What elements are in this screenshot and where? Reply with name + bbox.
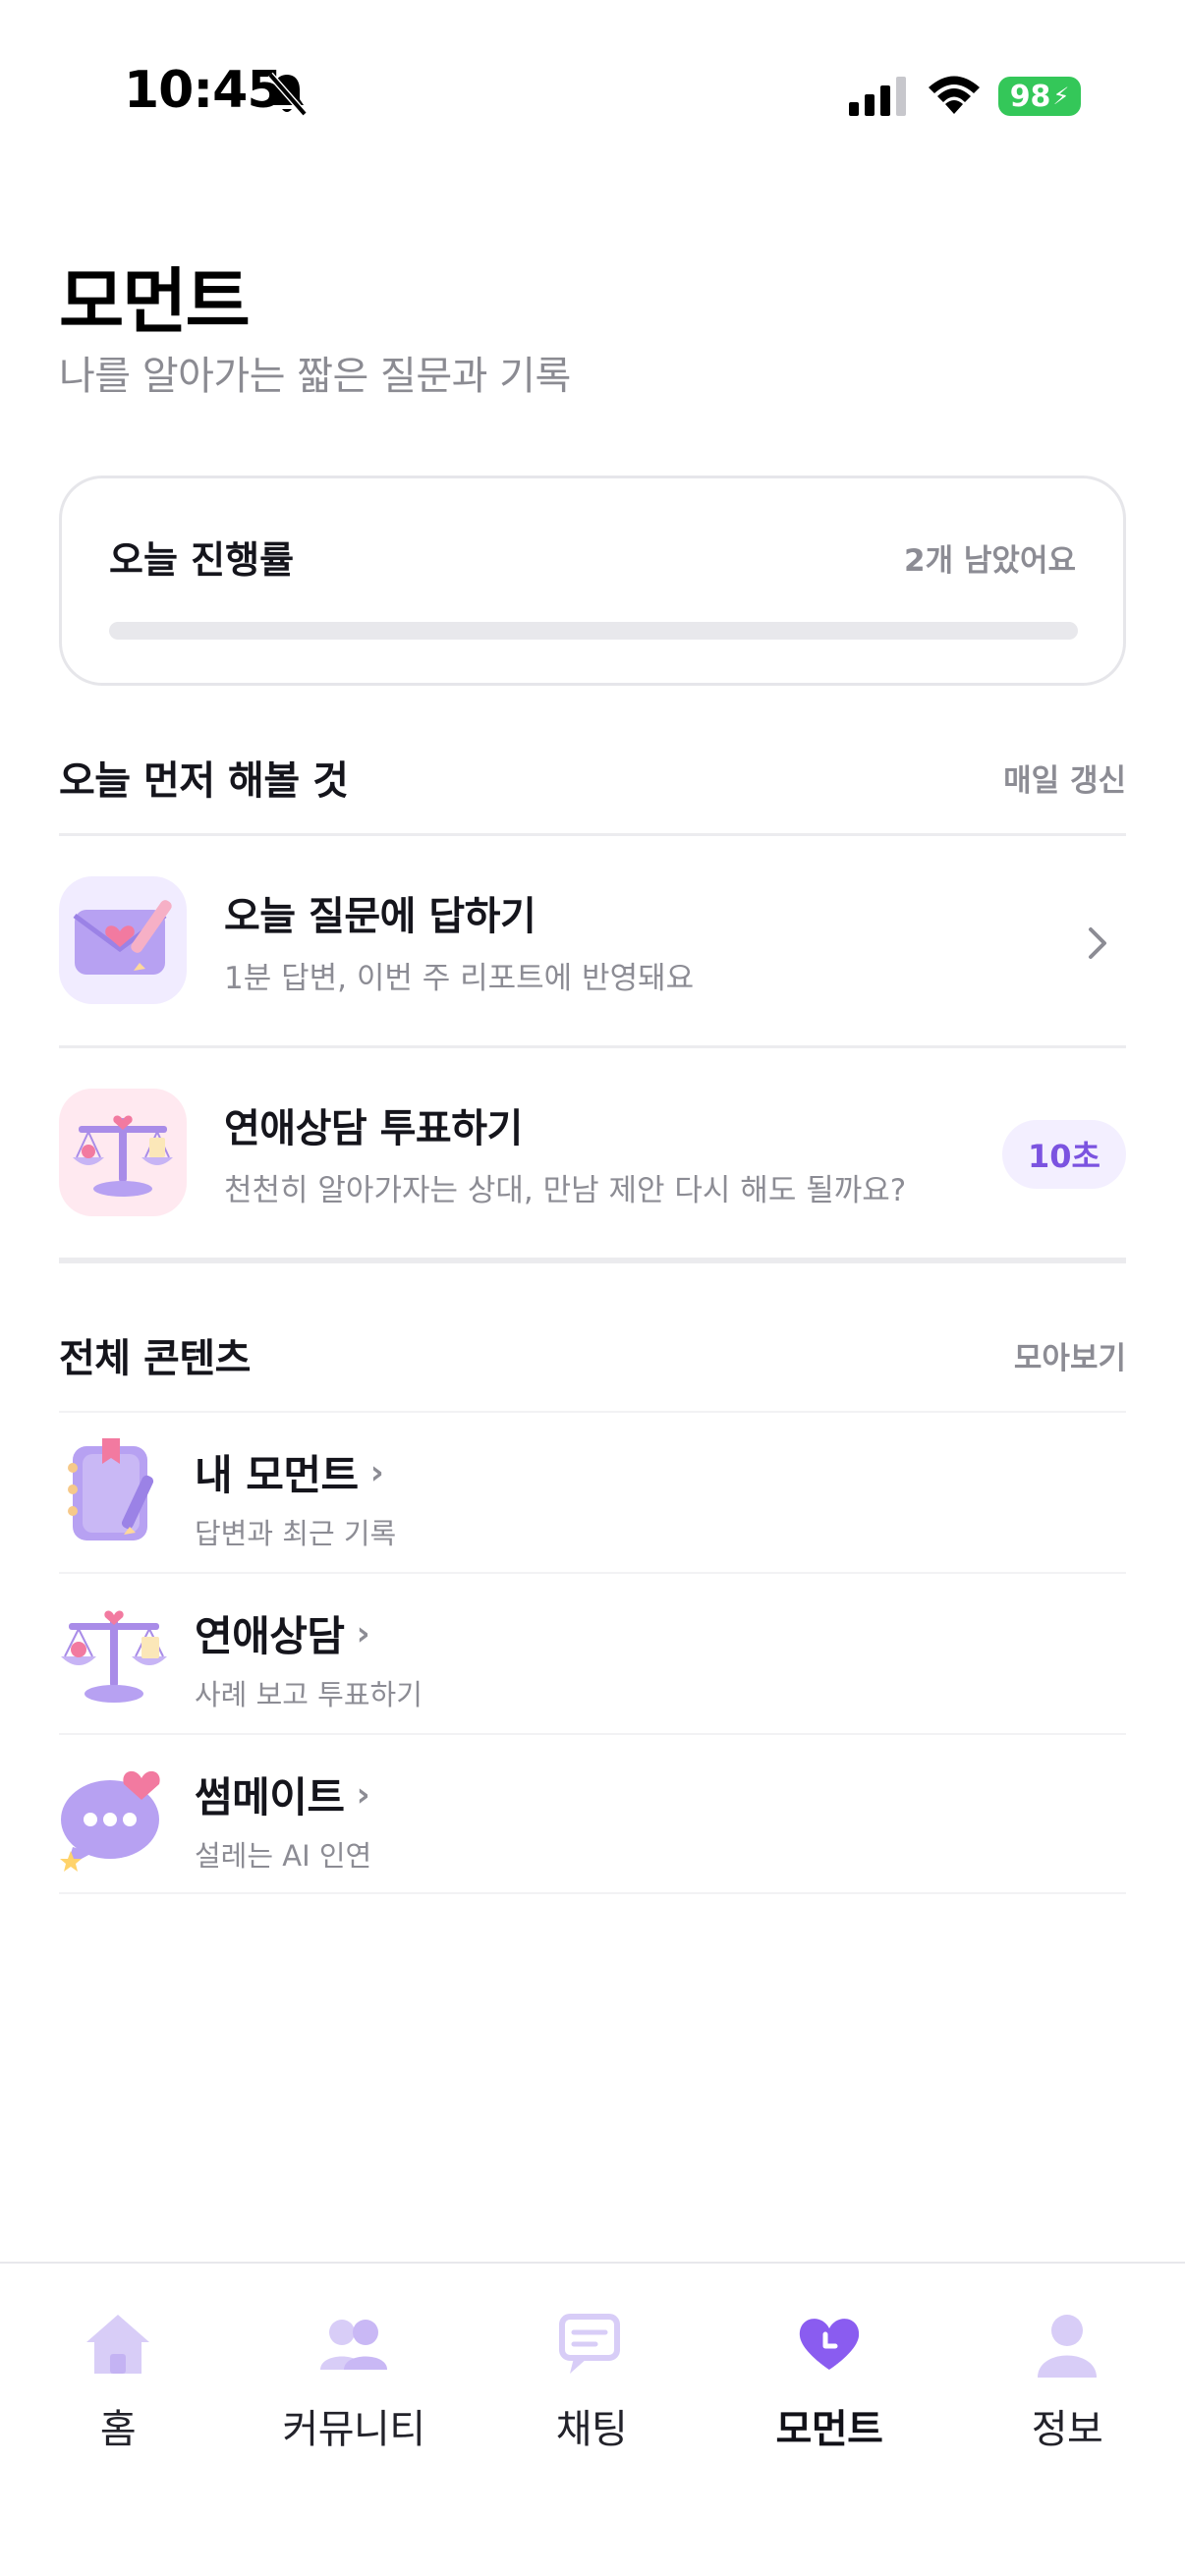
content-item-some-mate[interactable]: 썸메이트 › 설레는 AI 인연 — [59, 1735, 1126, 1894]
battery-indicator: 98 ⚡ — [998, 77, 1081, 116]
tab-label: 커뮤니티 — [282, 2407, 425, 2452]
task-vote-counseling[interactable]: 연애상담 투표하기 천천히 알아가자는 상대, 만남 제안 다시 해도 될까요?… — [59, 1049, 1126, 1256]
task-description: 1분 답변, 이번 주 리포트에 반영돼요 — [224, 961, 695, 996]
task-title: 연애상담 투표하기 — [224, 1106, 523, 1151]
progress-bar — [109, 622, 1078, 640]
chat-bubble-heart-icon — [60, 1770, 160, 1872]
heart-clock-icon — [799, 2319, 860, 2370]
cellular-signal-icon — [849, 77, 906, 116]
scale-icon — [59, 1089, 187, 1216]
tab-moment[interactable]: 모먼트 — [721, 2307, 937, 2454]
today-section-title: 오늘 먼저 해볼 것 — [59, 758, 349, 804]
today-section-header: 오늘 먼저 해볼 것 매일 갱신 — [59, 749, 1126, 806]
content-item-counseling[interactable]: 연애상담 › 사례 보고 투표하기 — [59, 1574, 1126, 1733]
task-description: 천천히 알아가자는 상대, 만남 제안 다시 해도 될까요? — [224, 1173, 907, 1208]
section-divider — [59, 1258, 1126, 1263]
content-item-description: 설레는 AI 인연 — [195, 1839, 372, 1873]
all-content-section-header: 전체 콘텐츠 모아보기 — [59, 1326, 1126, 1383]
notebook-icon — [68, 1438, 154, 1540]
chevron-right-icon: › — [369, 1452, 384, 1492]
view-all-link[interactable]: 모아보기 — [1014, 1333, 1126, 1377]
progress-remaining: 2개 남았어요 — [904, 543, 1076, 579]
chevron-right-icon: › — [356, 1613, 370, 1653]
home-icon — [86, 2315, 149, 2374]
content-item-my-moment[interactable]: 내 모먼트 › 답변과 최근 기록 — [59, 1413, 1126, 1572]
chat-icon — [559, 2314, 620, 2374]
tab-bar: 홈 커뮤니티 채팅 모먼트 정보 — [0, 2262, 1185, 2576]
divider — [59, 1045, 1126, 1048]
all-content-title: 전체 콘텐츠 — [59, 1336, 251, 1381]
status-bar: 10:45 98 ⚡ — [0, 0, 1185, 187]
content-item-title: 내 모먼트 › — [195, 1442, 384, 1502]
task-answer-question[interactable]: 오늘 질문에 답하기 1분 답변, 이번 주 리포트에 반영돼요 — [59, 837, 1126, 1043]
love-letter-icon — [59, 876, 187, 1004]
tab-home[interactable]: 홈 — [10, 2307, 226, 2454]
content-item-label: 내 모먼트 — [195, 1451, 359, 1499]
tab-label: 채팅 — [555, 2407, 628, 2452]
content-item-label: 썸메이트 — [195, 1773, 345, 1821]
status-time: 10:45 — [124, 61, 283, 120]
chevron-right-icon: › — [356, 1774, 370, 1815]
tab-info[interactable]: 정보 — [959, 2307, 1175, 2454]
progress-card: 오늘 진행률 2개 남았어요 — [59, 476, 1126, 686]
charging-bolt-icon: ⚡ — [1052, 83, 1070, 110]
scale-icon — [61, 1610, 167, 1703]
tab-label: 홈 — [99, 2407, 137, 2452]
divider — [59, 833, 1126, 836]
task-title: 오늘 질문에 답하기 — [224, 894, 536, 939]
progress-title: 오늘 진행률 — [109, 538, 295, 582]
page-title: 모먼트 — [59, 260, 251, 343]
divider — [59, 1892, 1126, 1894]
chevron-right-icon — [1089, 927, 1106, 959]
content-item-description: 사례 보고 투표하기 — [195, 1678, 423, 1711]
battery-level: 98 — [1009, 79, 1051, 114]
bell-muted-icon — [267, 72, 308, 117]
content-item-label: 연애상담 — [195, 1612, 345, 1660]
daily-refresh-label: 매일 갱신 — [1003, 762, 1126, 799]
tab-label: 모먼트 — [775, 2407, 883, 2452]
content-item-description: 답변과 최근 기록 — [195, 1517, 397, 1550]
person-icon — [1038, 2315, 1097, 2378]
content-item-title: 연애상담 › — [195, 1603, 370, 1663]
duration-badge: 10초 — [1002, 1120, 1126, 1189]
wifi-icon — [929, 76, 980, 114]
tab-label: 정보 — [1031, 2407, 1103, 2452]
tab-chat[interactable]: 채팅 — [483, 2307, 700, 2454]
people-icon — [320, 2320, 387, 2370]
tab-community[interactable]: 커뮤니티 — [246, 2307, 462, 2454]
page-subtitle: 나를 알아가는 짧은 질문과 기록 — [59, 354, 571, 399]
content-item-title: 썸메이트 › — [195, 1764, 370, 1824]
